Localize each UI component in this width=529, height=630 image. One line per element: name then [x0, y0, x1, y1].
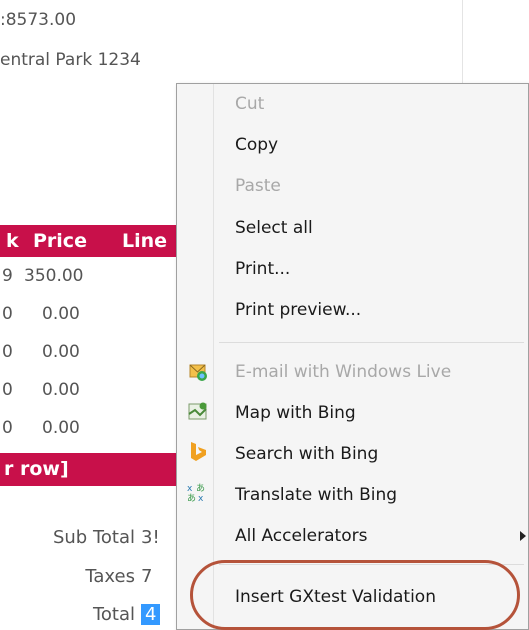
- context-menu: Cut Copy Paste Select all Print... Print…: [176, 83, 529, 630]
- menu-item-insert-gxtest-validation[interactable]: Insert GXtest Validation: [235, 581, 436, 613]
- windows-live-mail-icon: [187, 361, 209, 383]
- menu-item-copy[interactable]: Copy: [235, 129, 278, 161]
- menu-item-all-accelerators[interactable]: All Accelerators: [235, 520, 367, 552]
- translate-icon: x あ あ x: [187, 481, 209, 504]
- table-row[interactable]: 0 0.00: [0, 418, 200, 454]
- total-value[interactable]: 4: [141, 604, 161, 625]
- total-label: Total: [92, 604, 135, 625]
- cell: 0: [2, 418, 13, 438]
- svg-text:あ: あ: [187, 493, 196, 503]
- price-cell: 0.00: [42, 418, 80, 438]
- menu-item-translate-with-bing[interactable]: Translate with Bing: [235, 479, 397, 511]
- cell: 9: [2, 266, 13, 286]
- cell: 0: [2, 304, 13, 324]
- table-row[interactable]: 0 0.00: [0, 342, 200, 378]
- bing-search-icon: [187, 440, 209, 462]
- menu-item-select-all[interactable]: Select all: [235, 212, 313, 244]
- svg-text:x: x: [198, 494, 204, 503]
- svg-text:あ: あ: [196, 483, 205, 494]
- add-row-label: r row]: [4, 458, 69, 480]
- submenu-arrow-icon: [520, 531, 526, 541]
- svg-text:x: x: [187, 484, 193, 494]
- sub-total-label: Sub Total: [52, 527, 135, 548]
- panel-divider: [462, 0, 463, 90]
- cell: 0: [2, 380, 13, 400]
- menu-item-print-preview[interactable]: Print preview...: [235, 294, 361, 326]
- cell: 0: [2, 342, 13, 362]
- table-row[interactable]: 0 0.00: [0, 304, 200, 340]
- taxes-value[interactable]: 7: [141, 566, 152, 587]
- menu-separator: [219, 342, 524, 343]
- bing-map-icon: [187, 400, 209, 422]
- price-cell: 0.00: [42, 342, 80, 362]
- table-row[interactable]: 0 0.00: [0, 380, 200, 416]
- table-row[interactable]: 9 350.00: [0, 266, 200, 302]
- menu-icon-gutter: [213, 84, 214, 629]
- menu-item-email-windows-live[interactable]: E-mail with Windows Live: [235, 356, 451, 388]
- menu-item-map-with-bing[interactable]: Map with Bing: [235, 397, 356, 429]
- grid-header-col1: k: [6, 230, 19, 252]
- menu-item-paste[interactable]: Paste: [235, 170, 281, 202]
- grid-header: k Price Line: [0, 225, 200, 257]
- price-cell: 0.00: [42, 304, 80, 324]
- price-cell: 350.00: [24, 266, 84, 286]
- menu-separator: [219, 564, 524, 565]
- address-field-value[interactable]: entral Park 1234: [0, 50, 141, 70]
- price-cell: 0.00: [42, 380, 80, 400]
- menu-item-search-with-bing[interactable]: Search with Bing: [235, 438, 378, 470]
- taxes-label: Taxes: [85, 566, 135, 587]
- phone-field-value[interactable]: :8573.00: [0, 10, 76, 30]
- add-row-bar[interactable]: r row]: [0, 453, 200, 486]
- grid-header-line: Line: [122, 230, 168, 252]
- sub-total-value[interactable]: 3!: [141, 527, 160, 548]
- menu-item-print[interactable]: Print...: [235, 253, 290, 285]
- grid-header-price: Price: [33, 230, 87, 252]
- menu-item-cut[interactable]: Cut: [235, 88, 264, 120]
